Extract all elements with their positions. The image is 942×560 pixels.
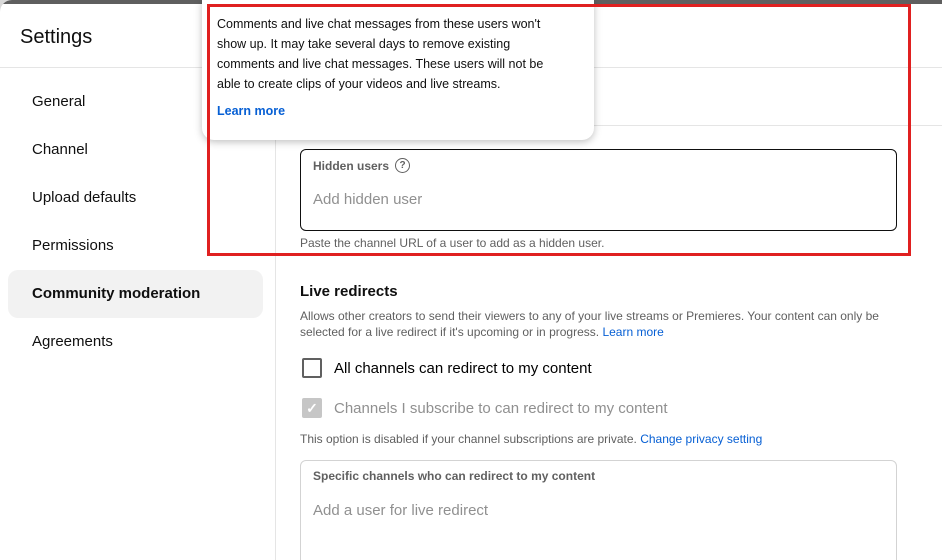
settings-dialog: Settings General Channel Upload defaults… [0, 0, 942, 560]
live-redirects-learn-more-link[interactable]: Learn more [602, 325, 663, 339]
hidden-users-helper: Paste the channel URL of a user to add a… [300, 236, 605, 250]
tooltip-learn-more-link[interactable]: Learn more [217, 104, 579, 118]
hidden-users-input[interactable]: Add hidden user [313, 191, 422, 208]
hidden-users-tooltip: Comments and live chat messages from the… [202, 0, 594, 140]
page-title: Settings [20, 26, 93, 48]
change-privacy-link[interactable]: Change privacy setting [640, 432, 762, 446]
option-subscribed-label: Channels I subscribe to can redirect to … [334, 399, 668, 417]
option-all-channels-row[interactable]: All channels can redirect to my content [302, 358, 592, 378]
specific-channels-label-row: Specific channels who can redirect to my… [313, 469, 595, 483]
sidebar-item-agreements[interactable]: Agreements [8, 318, 263, 366]
specific-channels-input[interactable]: Add a user for live redirect [313, 502, 488, 519]
hidden-users-label: Hidden users [313, 158, 390, 173]
sidebar-item-community-moderation[interactable]: Community moderation [8, 270, 263, 318]
sidebar-item-upload-defaults[interactable]: Upload defaults [8, 174, 263, 222]
option-all-channels-checkbox[interactable] [302, 358, 322, 378]
settings-sidebar: General Channel Upload defaults Permissi… [0, 68, 276, 560]
disabled-note-text: This option is disabled if your channel … [300, 432, 637, 446]
disabled-note: This option is disabled if your channel … [300, 432, 762, 446]
hidden-users-label-row: Hidden users ? [313, 158, 411, 173]
specific-channels-label: Specific channels who can redirect to my… [313, 469, 596, 483]
help-circle-icon[interactable]: ? [395, 158, 411, 173]
live-redirects-title: Live redirects [300, 283, 398, 300]
live-redirects-description-text: Allows other creators to send their view… [300, 309, 879, 339]
sidebar-item-permissions[interactable]: Permissions [8, 222, 263, 270]
option-subscribed-row: ✓ Channels I subscribe to can redirect t… [302, 398, 668, 418]
hidden-users-field[interactable]: Hidden users ? Add hidden user [300, 149, 897, 231]
settings-content: Hidden users ? Add hidden user Paste the… [277, 68, 942, 560]
option-all-channels-label: All channels can redirect to my content [334, 359, 592, 377]
live-redirects-description: Allows other creators to send their view… [300, 308, 905, 340]
specific-channels-field[interactable]: Specific channels who can redirect to my… [300, 460, 897, 560]
tooltip-text: Comments and live chat messages from the… [217, 17, 544, 91]
checkmark-icon: ✓ [302, 398, 322, 418]
